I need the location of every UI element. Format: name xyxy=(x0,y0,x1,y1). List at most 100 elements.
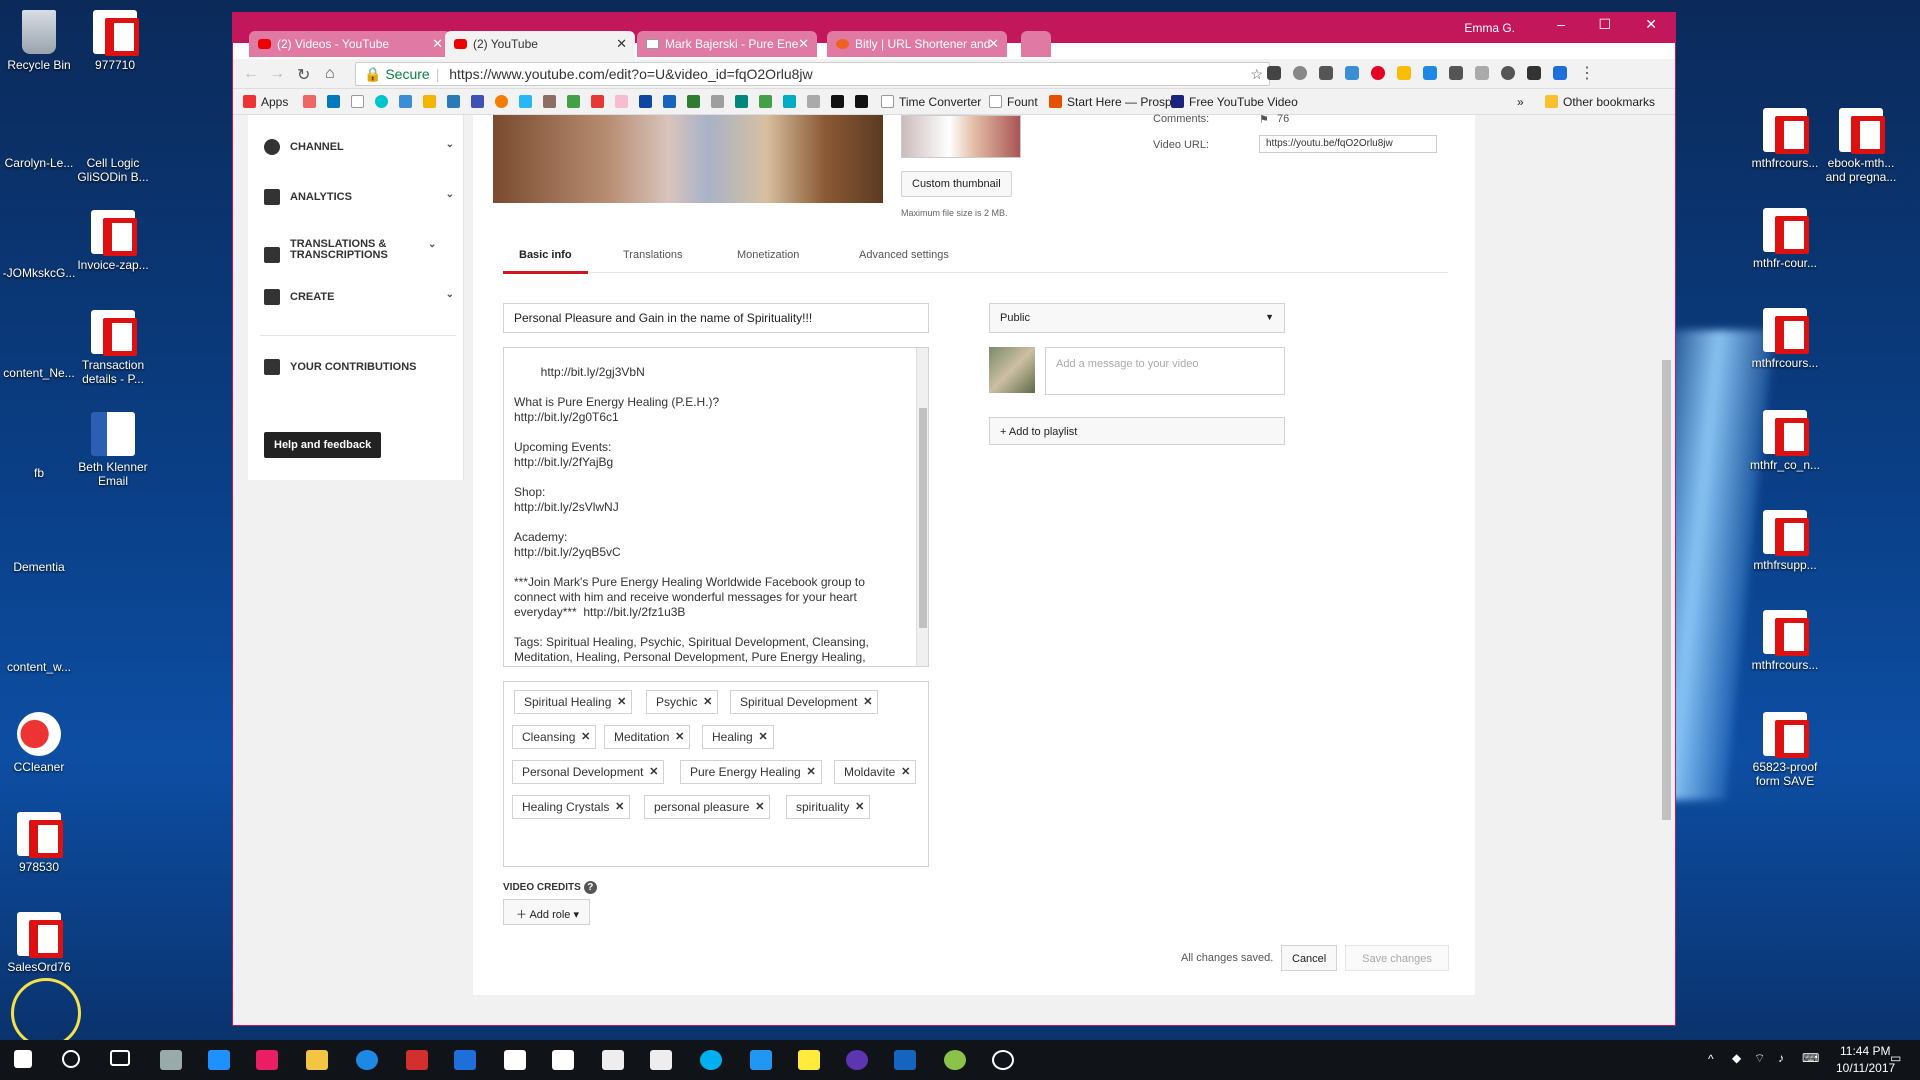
calendar-icon[interactable] xyxy=(650,1050,672,1070)
browser-tab[interactable]: Bitly | URL Shortener and ✕ xyxy=(827,31,1007,57)
sticky-notes-icon[interactable] xyxy=(798,1050,820,1070)
remove-tag-icon[interactable]: ✕ xyxy=(703,695,712,708)
bookmark-favicon[interactable] xyxy=(591,95,604,108)
extension-icon[interactable] xyxy=(1527,66,1541,80)
desktop-icon[interactable]: ebook-mth... and pregna... xyxy=(1822,108,1900,184)
trello-icon[interactable] xyxy=(327,95,340,108)
extension-icon[interactable] xyxy=(1475,66,1489,80)
desktop-icon[interactable]: Beth Klenner Email xyxy=(74,412,152,488)
back-arrow-icon[interactable]: ← xyxy=(243,65,259,83)
sidebar-item-channel[interactable]: CHANNEL ⌄ xyxy=(264,139,454,155)
remove-tag-icon[interactable]: ✕ xyxy=(758,730,767,743)
app-icon[interactable] xyxy=(992,1050,1014,1070)
extension-icon[interactable] xyxy=(1345,66,1359,80)
edge-icon[interactable] xyxy=(356,1050,378,1070)
app-icon[interactable] xyxy=(208,1050,230,1070)
paypal-icon[interactable] xyxy=(639,95,652,108)
new-tab-button[interactable] xyxy=(1021,31,1051,57)
video-description-textarea[interactable]: http://bit.ly/2gj3VbN What is Pure Energ… xyxy=(503,347,929,667)
bookmark-favicon[interactable] xyxy=(519,95,532,108)
bookmark-favicon[interactable] xyxy=(423,95,436,108)
save-changes-button[interactable]: Save changes xyxy=(1345,945,1449,971)
tray-chevron-icon[interactable]: ^ xyxy=(1708,1052,1714,1066)
bookmark-time-converter[interactable]: Time Converter xyxy=(899,95,981,109)
browser-tab[interactable]: (2) Videos - YouTube ✕ xyxy=(249,31,451,57)
clock-time[interactable]: 11:44 PM xyxy=(1840,1044,1890,1058)
remove-tag-icon[interactable]: ✕ xyxy=(649,765,658,778)
desktop-icon[interactable]: Transaction details - P... xyxy=(74,310,152,386)
help-question-icon[interactable]: ? xyxy=(583,881,597,894)
bookmark-free-youtube-video[interactable]: Free YouTube Video xyxy=(1189,95,1298,109)
close-tab-icon[interactable]: ✕ xyxy=(798,36,809,52)
browser-tab-active[interactable]: (2) YouTube ✕ xyxy=(445,31,635,59)
desktop-icon[interactable]: 65823-proof form SAVE xyxy=(1746,712,1824,788)
close-window-button[interactable]: ✕ xyxy=(1645,16,1657,33)
cortana-icon[interactable] xyxy=(62,1050,80,1068)
scrollbar-thumb[interactable] xyxy=(1662,360,1671,820)
extension-icon[interactable] xyxy=(1267,66,1281,80)
desktop-icon[interactable]: mthfrcours... xyxy=(1746,308,1824,370)
app-icon[interactable] xyxy=(846,1050,868,1070)
sidebar-item-create[interactable]: CREATE ⌄ xyxy=(264,289,454,305)
bookmark-favicon[interactable] xyxy=(543,95,556,108)
desktop-icon[interactable]: mthfrcours... xyxy=(1746,108,1824,170)
acrobat-icon[interactable] xyxy=(406,1050,428,1070)
input-indicator-icon[interactable]: ⌨ xyxy=(1802,1051,1819,1065)
desktop-icon[interactable]: fb xyxy=(0,418,78,480)
bookmark-favicon[interactable] xyxy=(495,95,508,108)
desktop-icon-ccleaner[interactable]: CCleaner xyxy=(0,712,78,774)
chrome-menu-icon[interactable]: ⋮ xyxy=(1579,63,1595,83)
remove-tag-icon[interactable]: ✕ xyxy=(807,765,816,778)
desktop-icon[interactable]: mthfrsupp... xyxy=(1746,510,1824,572)
selected-thumbnail[interactable] xyxy=(901,115,1021,158)
help-and-feedback-button[interactable]: Help and feedback xyxy=(264,432,382,458)
tags-field[interactable]: Spiritual Healing ✕ Psychic ✕ Spiritual De… xyxy=(503,681,929,867)
desktop-icon[interactable]: 978530 xyxy=(0,812,78,874)
remove-tag-icon[interactable]: ✕ xyxy=(581,730,590,743)
tab-basic-info[interactable]: Basic info xyxy=(503,249,588,274)
profile-name[interactable]: Emma G. xyxy=(1464,21,1515,35)
clock-date[interactable]: 10/11/2017 xyxy=(1836,1061,1895,1075)
close-tab-icon[interactable]: ✕ xyxy=(432,36,443,52)
remove-tag-icon[interactable]: ✕ xyxy=(855,800,864,813)
bookmark-start-here[interactable]: Start Here — Prospe xyxy=(1067,95,1178,109)
bookmark-favicon[interactable] xyxy=(735,95,748,108)
bookmark-favicon[interactable] xyxy=(399,95,412,108)
bookmark-other-bookmarks[interactable]: Other bookmarks xyxy=(1563,95,1655,109)
close-tab-icon[interactable]: ✕ xyxy=(988,36,999,52)
dropbox-tray-icon[interactable]: ◆ xyxy=(1732,1051,1741,1065)
desktop-icon[interactable]: 977710 xyxy=(76,10,154,72)
bookmark-fount[interactable]: Fount xyxy=(1007,95,1038,109)
remove-tag-icon[interactable]: ✕ xyxy=(755,800,764,813)
extension-icon[interactable] xyxy=(1397,66,1411,80)
task-view-icon[interactable] xyxy=(110,1050,130,1066)
add-to-playlist-button[interactable]: + Add to playlist xyxy=(989,417,1285,445)
maximize-button[interactable]: ☐ xyxy=(1598,16,1611,33)
extension-icon[interactable] xyxy=(1293,66,1307,80)
custom-thumbnail-button[interactable]: Custom thumbnail xyxy=(901,171,1012,197)
canva-icon[interactable] xyxy=(375,95,388,108)
sidebar-item-analytics[interactable]: ANALYTICS ⌄ xyxy=(264,189,454,205)
skype-icon[interactable] xyxy=(700,1050,722,1070)
snipping-tool-icon[interactable] xyxy=(160,1050,182,1070)
forward-arrow-icon[interactable]: → xyxy=(269,65,285,83)
network-icon[interactable]: ⌔ xyxy=(1754,1051,1765,1066)
bookmark-favicon[interactable] xyxy=(447,95,460,108)
bookmark-favicon[interactable] xyxy=(567,95,580,108)
windows-start-icon[interactable] xyxy=(14,1050,32,1068)
video-player-preview[interactable] xyxy=(493,115,883,203)
bookmark-favicon[interactable] xyxy=(615,95,628,108)
cancel-button[interactable]: Cancel xyxy=(1281,945,1338,971)
video-title-input[interactable]: Personal Pleasure and Gain in the name o… xyxy=(503,303,929,333)
extension-icon[interactable] xyxy=(1553,66,1567,80)
calculator-icon[interactable] xyxy=(504,1050,526,1070)
volume-icon[interactable]: ♪ xyxy=(1778,1051,1784,1065)
outlook-icon[interactable] xyxy=(894,1050,916,1070)
bookmark-favicon[interactable] xyxy=(471,95,484,108)
mail-icon[interactable] xyxy=(602,1050,624,1070)
todo-check-icon[interactable] xyxy=(750,1050,772,1070)
page-scrollbar[interactable] xyxy=(1661,115,1671,1025)
desktop-icon[interactable]: Carolyn-Le... xyxy=(0,108,78,170)
tab-monetization[interactable]: Monetization xyxy=(737,249,799,261)
desktop-icon[interactable]: -JOMkskcG... xyxy=(0,218,78,280)
